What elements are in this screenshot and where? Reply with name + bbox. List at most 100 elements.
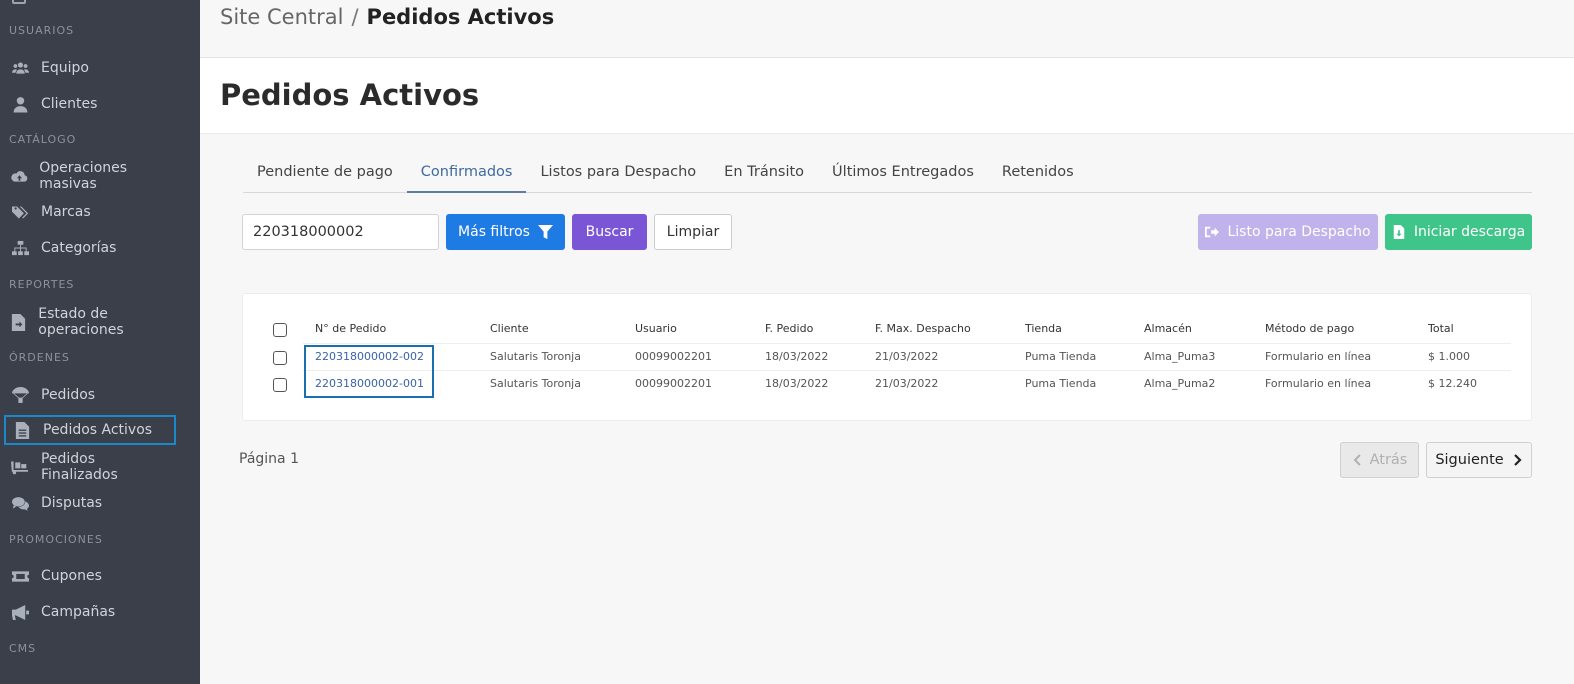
cell-total: $ 1.000	[1428, 350, 1470, 363]
orders-table: N° de Pedido Cliente Usuario F. Pedido F…	[242, 293, 1532, 421]
filter-icon	[537, 224, 553, 239]
tab-pendiente-pago[interactable]: Pendiente de pago	[243, 156, 407, 193]
sidebar-item-label: Equipo	[41, 60, 89, 76]
tab-retenidos[interactable]: Retenidos	[988, 156, 1088, 193]
start-download-button[interactable]: Iniciar descarga	[1385, 214, 1532, 250]
order-numbers-highlight	[304, 345, 434, 398]
file-list-icon	[12, 420, 32, 440]
breadcrumb-separator: /	[351, 5, 359, 29]
status-tabs: Pendiente de pago Confirmados Listos par…	[243, 156, 1532, 193]
row-checkbox[interactable]	[273, 378, 287, 392]
cell-store: Puma Tienda	[1025, 377, 1097, 390]
sidebar-section-catalogo: CATÁLOGO	[9, 133, 77, 146]
cloud-upload-icon	[10, 166, 28, 186]
header-store: Tienda	[1025, 322, 1062, 335]
file-download-icon	[1393, 225, 1405, 239]
sidebar-section-promociones: PROMOCIONES	[9, 533, 103, 546]
sidebar-item-label: Pedidos	[41, 387, 96, 403]
header-warehouse: Almacén	[1144, 322, 1192, 335]
sitemap-icon	[10, 238, 30, 258]
row-divider	[303, 370, 1511, 371]
search-input[interactable]	[242, 214, 439, 250]
breadcrumb: Site Central / Pedidos Activos	[220, 5, 554, 29]
tab-ultimos-entregados[interactable]: Últimos Entregados	[818, 156, 988, 193]
sidebar-item-label: Marcas	[41, 204, 91, 220]
sidebar-item-marcas[interactable]: Marcas	[4, 197, 176, 227]
sidebar-item-campanas[interactable]: Campañas	[4, 597, 176, 627]
ready-for-dispatch-button[interactable]: Listo para Despacho	[1198, 214, 1378, 250]
bullhorn-icon	[10, 602, 30, 622]
select-all-checkbox[interactable]	[273, 323, 287, 337]
row-checkbox[interactable]	[273, 351, 287, 365]
cell-client: Salutaris Toronja	[490, 350, 581, 363]
tab-confirmados[interactable]: Confirmados	[406, 156, 527, 193]
tab-en-transito[interactable]: En Tránsito	[710, 156, 818, 193]
cell-warehouse: Alma_Puma2	[1144, 377, 1216, 390]
sidebar-item-label: Pedidos Activos	[43, 422, 153, 438]
chevron-left-icon	[1353, 454, 1361, 466]
sidebar-item-pedidos-finalizados[interactable]: Pedidos Finalizados	[4, 451, 176, 483]
sidebar-item-categorias[interactable]: Categorías	[4, 233, 176, 263]
file-export-icon	[10, 312, 27, 332]
page-title: Pedidos Activos	[220, 78, 480, 112]
dolly-icon	[10, 457, 30, 477]
tab-listos-despacho[interactable]: Listos para Despacho	[526, 156, 710, 193]
ticket-icon	[10, 566, 30, 586]
tags-icon	[10, 202, 30, 222]
sidebar-item-cupones[interactable]: Cupones	[4, 561, 176, 591]
sidebar-item-label: Estado de operaciones	[38, 306, 124, 338]
ready-for-dispatch-label: Listo para Despacho	[1227, 224, 1371, 240]
start-download-label: Iniciar descarga	[1413, 224, 1526, 240]
sidebar-item-label: Disputas	[41, 495, 103, 511]
header-max-dispatch-date: F. Max. Despacho	[875, 322, 971, 335]
comments-icon	[10, 493, 30, 513]
sidebar-item-disputas[interactable]: Disputas	[4, 488, 176, 518]
sidebar-item-pedidos[interactable]: Pedidos	[4, 380, 176, 410]
header-client: Cliente	[490, 322, 529, 335]
cell-total: $ 12.240	[1428, 377, 1477, 390]
cell-order-date: 18/03/2022	[765, 377, 829, 390]
cell-max-dispatch-date: 21/03/2022	[875, 350, 939, 363]
row-divider	[303, 343, 1511, 344]
sidebar-item-label: Pedidos Finalizados	[40, 451, 118, 483]
next-page-label: Siguiente	[1435, 452, 1504, 468]
user-icon	[10, 94, 30, 114]
sidebar-item-pedidos-activos[interactable]: Pedidos Activos	[4, 415, 176, 445]
chevron-right-icon	[1513, 454, 1522, 466]
cell-user: 00099002201	[635, 377, 712, 390]
cell-payment-method: Formulario en línea	[1265, 377, 1372, 390]
header-payment-method: Método de pago	[1265, 322, 1355, 335]
cell-warehouse: Alma_Puma3	[1144, 350, 1216, 363]
sidebar-item-estado-operaciones[interactable]: Estado de operaciones	[4, 306, 176, 338]
breadcrumb-current: Pedidos Activos	[366, 5, 555, 29]
header-order-number: N° de Pedido	[315, 322, 387, 335]
cell-order-date: 18/03/2022	[765, 350, 829, 363]
sidebar-item-label: Campañas	[41, 604, 116, 620]
sidebar-item-clientes[interactable]: Clientes	[4, 89, 176, 119]
page-indicator: Página 1	[239, 451, 299, 467]
sign-out-icon	[1205, 226, 1220, 238]
breadcrumb-bar: Site Central / Pedidos Activos	[200, 0, 1574, 58]
parachute-box-icon	[10, 385, 30, 405]
sidebar-item-equipo[interactable]: Equipo	[4, 53, 176, 83]
sidebar-item-operaciones-masivas[interactable]: Operaciones masivas	[4, 160, 176, 192]
sidebar: USUARIOS Equipo Clientes CATÁLOGO Operac…	[0, 0, 200, 684]
truncated-icon	[12, 0, 26, 4]
sidebar-item-label: Clientes	[41, 96, 98, 112]
cell-max-dispatch-date: 21/03/2022	[875, 377, 939, 390]
search-button[interactable]: Buscar	[572, 214, 647, 250]
header-total: Total	[1428, 322, 1454, 335]
more-filters-label: Más filtros	[458, 224, 530, 240]
sidebar-section-cms: CMS	[9, 642, 37, 655]
next-page-button[interactable]: Siguiente	[1426, 442, 1532, 478]
cell-payment-method: Formulario en línea	[1265, 350, 1372, 363]
breadcrumb-root[interactable]: Site Central	[220, 5, 343, 29]
header-order-date: F. Pedido	[765, 322, 814, 335]
more-filters-button[interactable]: Más filtros	[446, 214, 565, 250]
clear-button[interactable]: Limpiar	[654, 214, 732, 250]
previous-page-button[interactable]: Atrás	[1340, 442, 1419, 478]
previous-page-label: Atrás	[1369, 452, 1408, 468]
sidebar-section-reportes: REPORTES	[9, 278, 75, 291]
sidebar-item-label: Categorías	[41, 240, 117, 256]
title-bar: Pedidos Activos	[200, 58, 1574, 134]
